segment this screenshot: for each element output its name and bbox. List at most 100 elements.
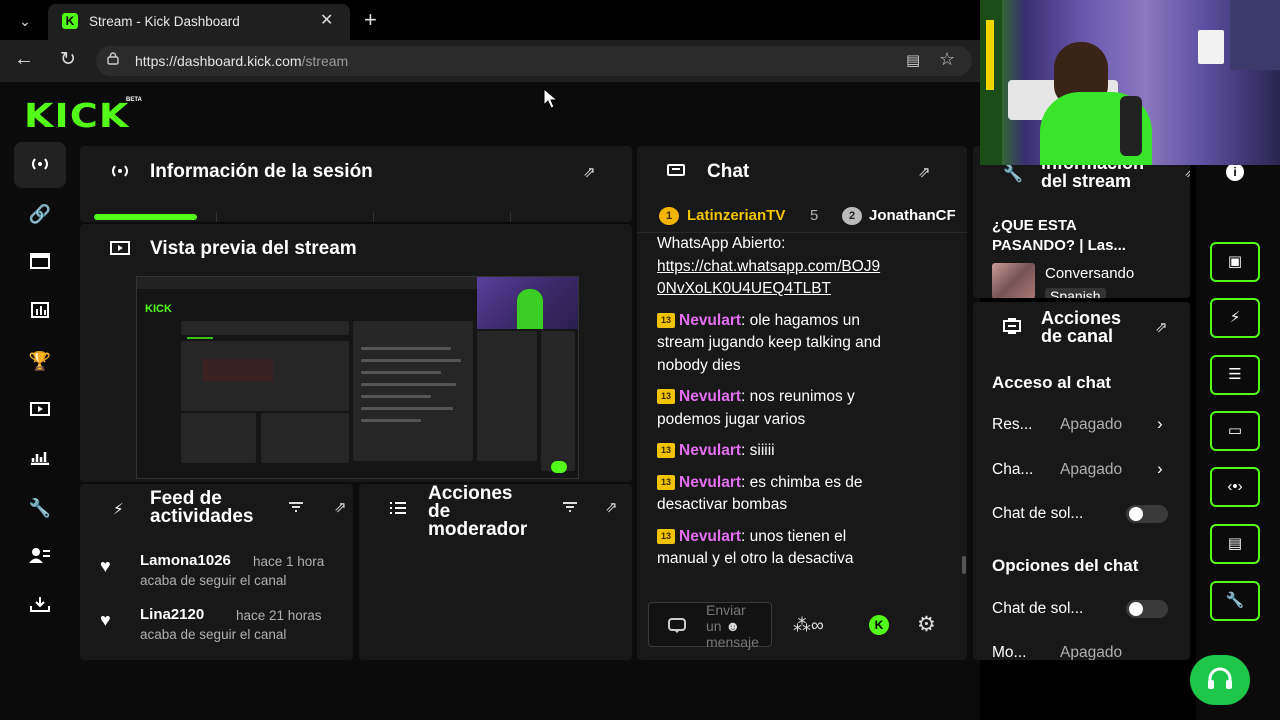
preview-block	[477, 331, 537, 461]
chat-input[interactable]: Enviar un ☻ mensaje	[648, 602, 772, 650]
chat-username[interactable]: Nevulart	[679, 528, 741, 545]
chat-message: 13 Nevulart: nos reunimos y podemos jugar…	[657, 386, 947, 431]
browser-tab[interactable]: K Stream - Kick Dashboard ✕	[48, 4, 350, 40]
language-tag: Spanish	[1045, 288, 1106, 298]
popout-icon[interactable]: ⇗	[1155, 318, 1168, 336]
top-chatter-name[interactable]: LatinzerianTV	[687, 207, 785, 224]
url-host: https://dashboard.kick.com	[135, 53, 302, 69]
sidebar-trophy-icon[interactable]: 🏆	[14, 338, 66, 384]
sidebar-stream-icon[interactable]	[14, 142, 66, 188]
sidebar-inbox-icon[interactable]	[14, 583, 66, 629]
channel-actions-title-line2: de canal	[1041, 326, 1114, 346]
setting-value[interactable]: Apagado	[1060, 416, 1122, 434]
toggle-switch[interactable]	[1126, 600, 1168, 618]
popout-icon[interactable]: ⇗	[605, 498, 618, 516]
quick-list-icon[interactable]: ☰	[1210, 355, 1260, 395]
sidebar-analytics-icon[interactable]	[14, 436, 66, 482]
preview-block	[181, 321, 349, 335]
close-tab-icon[interactable]: ✕	[320, 10, 333, 30]
channel-actions-panel: Acciones de canal ⇗ Acceso al chat Res..…	[973, 302, 1190, 660]
gear-icon[interactable]: ⚙	[917, 612, 936, 637]
video-icon	[110, 241, 130, 260]
toggle-knob	[1129, 602, 1143, 616]
filter-icon[interactable]	[288, 500, 304, 516]
new-tab-icon[interactable]: +	[364, 7, 377, 33]
top-chatter-name[interactable]: JonathanCF	[869, 207, 956, 224]
preview-text-line	[361, 383, 456, 386]
info-icon[interactable]: i	[1226, 163, 1244, 181]
chat-username[interactable]: Nevulart	[679, 388, 741, 405]
rank-badge: 1	[659, 207, 679, 225]
activity-feed-panel: ⚡ Feed de actividades ⇗ ♥ Lamona1026 hac…	[80, 484, 353, 660]
popout-icon[interactable]: ⇗	[334, 498, 347, 516]
chat-username[interactable]: Nevulart	[679, 474, 741, 491]
quick-stream-icon[interactable]: ‹•›	[1210, 467, 1260, 507]
stream-broadcast-icon	[110, 164, 130, 183]
popout-icon[interactable]: ⇗	[918, 163, 931, 181]
filter-icon[interactable]	[562, 500, 578, 518]
sidebar-link-icon[interactable]: 🔗	[14, 191, 66, 237]
url-text: https://dashboard.kick.com/stream	[135, 53, 348, 69]
sidebar-users-icon[interactable]	[14, 534, 66, 580]
tab-search-dropdown-icon[interactable]: ⌄	[14, 10, 36, 32]
heart-icon: ♥	[100, 610, 111, 630]
channel-actions-title: Acciones de canal	[1041, 309, 1121, 345]
activity-feed-title-line2: actividades	[150, 506, 254, 527]
popout-icon[interactable]: ⇗	[1184, 163, 1190, 181]
toggle-switch[interactable]	[1126, 505, 1168, 523]
subscriber-badge: 13	[657, 389, 675, 404]
kick-emote-icon[interactable]: K	[869, 615, 889, 635]
chat-access-heading: Acceso al chat	[992, 373, 1112, 392]
divider	[216, 212, 217, 222]
setting-value[interactable]: Apagado	[1060, 644, 1122, 660]
kick-logo[interactable]: KICK	[24, 96, 129, 135]
bookmark-star-icon[interactable]: ☆	[939, 49, 955, 70]
chevron-right-icon[interactable]: ›	[1157, 414, 1163, 434]
webcam-microphone	[1120, 96, 1142, 156]
chat-link[interactable]: 0NvXoLK0U4UEQ4TLBT	[657, 278, 947, 301]
chat-username[interactable]: Nevulart	[679, 442, 741, 459]
chat-message-list: WhatsApp Abierto: https://chat.whatsapp.…	[657, 233, 947, 571]
chevron-right-icon[interactable]: ›	[1157, 459, 1163, 479]
chat-title: Chat	[707, 161, 750, 182]
reader-mode-icon[interactable]: ▤	[906, 51, 920, 69]
webcam-poster	[1198, 30, 1224, 64]
left-sidebar: 🔗 🏆 🔧	[14, 140, 66, 660]
sidebar-stats-icon[interactable]	[14, 289, 66, 335]
subscriber-badge: 13	[657, 474, 675, 490]
sidebar-window-icon[interactable]	[14, 240, 66, 286]
address-bar[interactable]: https://dashboard.kick.com/stream ▤ ☆	[96, 46, 972, 76]
quick-lightning-icon[interactable]: ⚡	[1210, 298, 1260, 338]
back-icon[interactable]: ←	[14, 48, 34, 71]
reload-icon[interactable]: ↻	[60, 48, 76, 71]
support-button[interactable]	[1190, 655, 1250, 705]
stream-preview-title: Vista previa del stream	[150, 238, 357, 259]
stream-category[interactable]: Conversando	[1045, 265, 1134, 282]
chat-panel: Chat ⇗ 1 LatinzerianTV 5 2 JonathanCF Wh…	[637, 146, 967, 660]
quick-chat-icon[interactable]: ▭	[1210, 411, 1260, 451]
stream-preview-video[interactable]: KICK	[136, 276, 579, 479]
preview-text-line	[361, 407, 453, 410]
chat-scrollbar[interactable]	[962, 556, 966, 574]
quick-channel-actions-icon[interactable]: ▤	[1210, 524, 1260, 564]
session-progress-bar	[94, 214, 197, 220]
mod-actions-title: Acciones de moderador	[428, 484, 527, 539]
quick-wrench-icon[interactable]: 🔧	[1210, 581, 1260, 621]
session-info-panel: Información de la sesión ⇗	[80, 146, 632, 222]
quick-video-icon[interactable]: ▣	[1210, 242, 1260, 282]
webcam-flag-stripe	[986, 20, 994, 90]
stream-info-panel: 🔧 Información del stream ⇗ ¿QUE ESTA PAS…	[973, 146, 1190, 298]
chat-link[interactable]: https://chat.whatsapp.com/BOJ9	[657, 256, 947, 279]
subscriber-badge: 13	[657, 528, 675, 544]
feed-item-user[interactable]: Lina2120	[140, 606, 204, 623]
sidebar-wrench-icon[interactable]: 🔧	[14, 485, 66, 531]
site-info-icon[interactable]	[106, 51, 120, 68]
setting-value[interactable]: Apagado	[1060, 461, 1122, 479]
toggle-label: Chat de sol...	[992, 505, 1084, 522]
users-icon[interactable]: ⁂∞	[793, 615, 824, 636]
chat-username[interactable]: Nevulart	[679, 312, 741, 329]
sidebar-video-icon[interactable]	[14, 387, 66, 433]
popout-icon[interactable]: ⇗	[583, 163, 596, 181]
feed-item-user[interactable]: Lamona1026	[140, 552, 231, 569]
chat-text: manual y el otro la desactiva	[657, 550, 854, 567]
